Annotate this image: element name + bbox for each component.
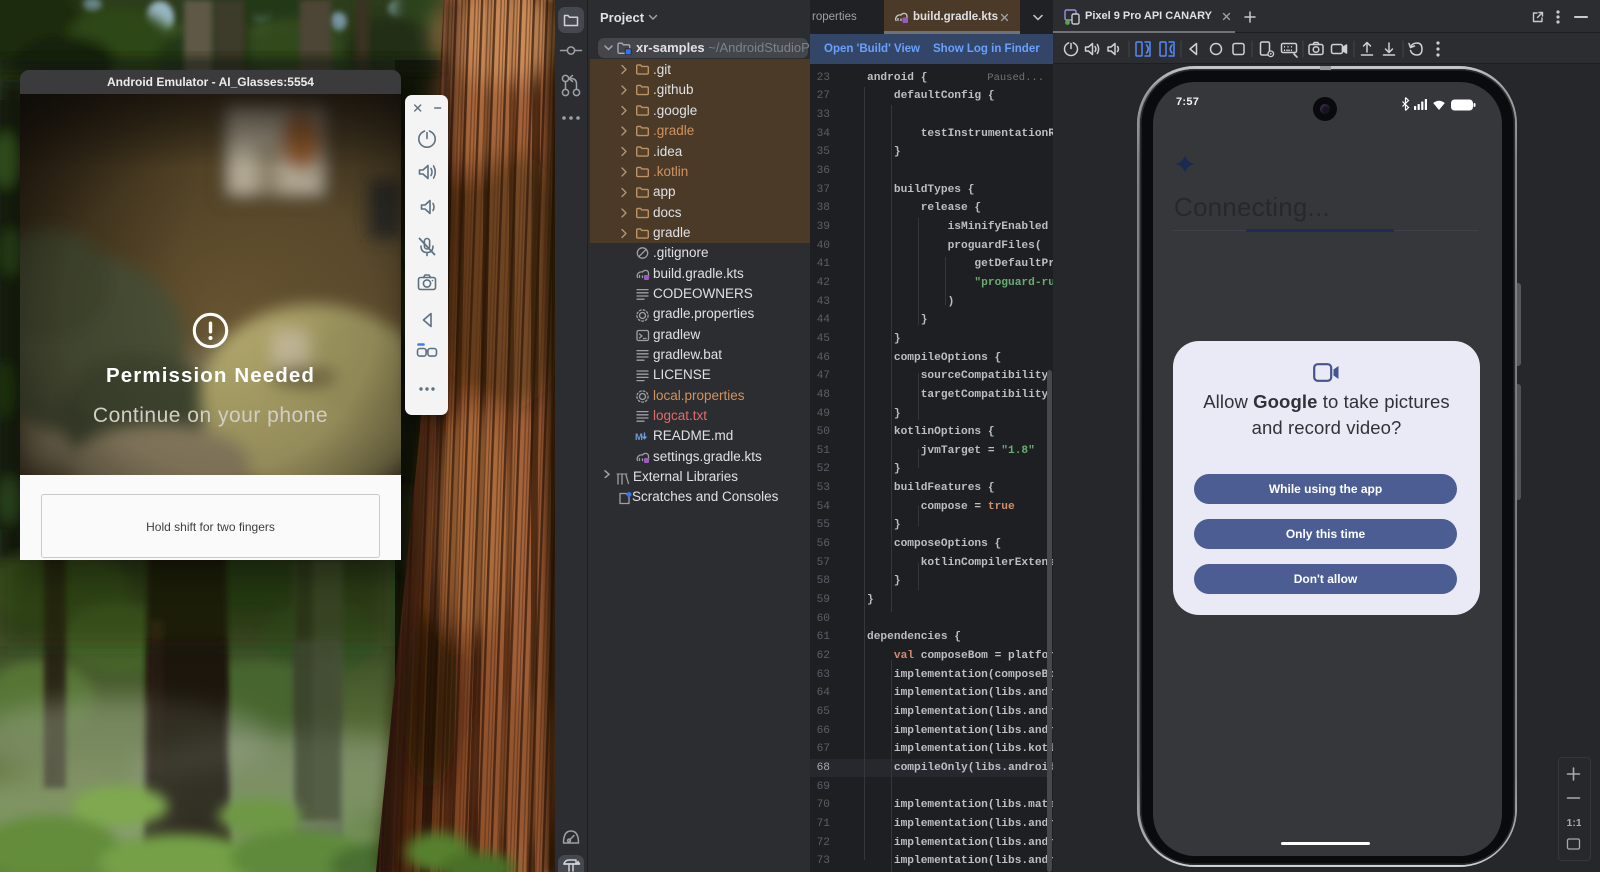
svg-text:M: M	[635, 432, 643, 443]
svg-text:1:1: 1:1	[1567, 817, 1582, 829]
